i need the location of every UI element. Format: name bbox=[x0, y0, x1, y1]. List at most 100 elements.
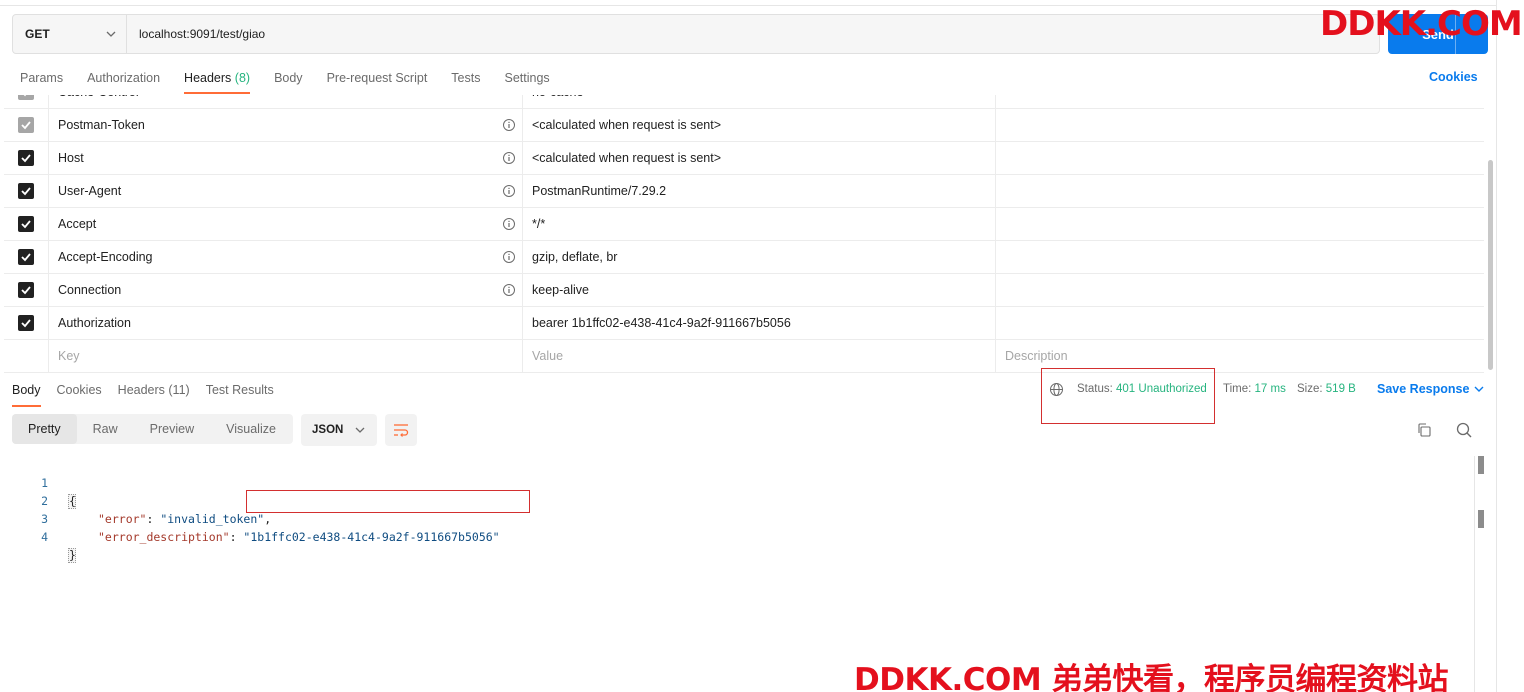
check-cell bbox=[4, 274, 49, 306]
header-key-text: Postman-Token bbox=[58, 118, 145, 132]
header-description[interactable] bbox=[996, 307, 1484, 339]
method-select[interactable]: GET bbox=[13, 15, 127, 53]
format-select[interactable]: JSON bbox=[301, 414, 377, 446]
copy-icon[interactable] bbox=[1416, 422, 1432, 438]
time-label: Time: bbox=[1223, 383, 1252, 395]
check-icon bbox=[21, 286, 31, 295]
tab-settings[interactable]: Settings bbox=[504, 68, 549, 94]
cookies-link[interactable]: Cookies bbox=[1429, 70, 1478, 84]
header-key[interactable]: Accept-Encoding bbox=[49, 241, 523, 273]
header-value-text: */* bbox=[532, 217, 546, 231]
header-key[interactable]: Authorization bbox=[49, 307, 523, 339]
header-description[interactable] bbox=[996, 95, 1484, 108]
header-key[interactable]: Postman-Token bbox=[49, 109, 523, 141]
checkbox[interactable] bbox=[18, 315, 34, 331]
checkbox[interactable] bbox=[18, 150, 34, 166]
header-description[interactable] bbox=[996, 208, 1484, 240]
info-icon[interactable] bbox=[502, 217, 516, 231]
table-row: Host <calculated when request is sent> bbox=[4, 142, 1484, 175]
header-value[interactable]: bearer 1b1ffc02-e438-41c4-9a2f-911667b50… bbox=[523, 307, 996, 339]
header-description[interactable] bbox=[996, 142, 1484, 174]
header-key[interactable]: Host bbox=[49, 142, 523, 174]
search-icon[interactable] bbox=[1455, 421, 1473, 439]
new-key-input[interactable]: Key bbox=[49, 340, 523, 372]
checkbox[interactable] bbox=[18, 95, 34, 100]
code-text: } bbox=[68, 546, 76, 564]
chevron-down-icon bbox=[106, 31, 116, 37]
view-mode-group: Pretty Raw Preview Visualize bbox=[12, 414, 293, 444]
header-key[interactable]: User-Agent bbox=[49, 175, 523, 207]
checkbox[interactable] bbox=[18, 117, 34, 133]
view-preview[interactable]: Preview bbox=[134, 414, 210, 444]
code-scroll-marker[interactable] bbox=[1478, 510, 1484, 528]
resp-tab-cookies[interactable]: Cookies bbox=[57, 381, 102, 407]
save-response-label: Save Response bbox=[1377, 382, 1470, 396]
view-visualize[interactable]: Visualize bbox=[210, 414, 292, 444]
info-icon[interactable] bbox=[502, 250, 516, 264]
info-icon[interactable] bbox=[502, 151, 516, 165]
header-description[interactable] bbox=[996, 109, 1484, 141]
json-value: "1b1ffc02-e438-41c4-9a2f-911667b5056" bbox=[243, 530, 500, 544]
header-value-text: PostmanRuntime/7.29.2 bbox=[532, 184, 667, 198]
info-icon[interactable] bbox=[502, 184, 516, 198]
resp-tab-test-results[interactable]: Test Results bbox=[206, 381, 274, 407]
wrap-lines-button[interactable] bbox=[385, 414, 417, 446]
header-key-text: Authorization bbox=[58, 316, 131, 330]
line-number: 4 bbox=[41, 530, 48, 544]
check-cell bbox=[4, 241, 49, 273]
header-value-text: <calculated when request is sent> bbox=[532, 118, 722, 132]
resp-tab-body[interactable]: Body bbox=[12, 381, 41, 407]
tab-params[interactable]: Params bbox=[20, 68, 63, 94]
tab-body[interactable]: Body bbox=[274, 68, 303, 94]
header-value[interactable]: no-cache bbox=[523, 95, 996, 108]
code-scroll-marker[interactable] bbox=[1478, 456, 1484, 474]
header-key[interactable]: Accept bbox=[49, 208, 523, 240]
header-key[interactable]: Cache-Control bbox=[49, 95, 523, 108]
header-description[interactable] bbox=[996, 241, 1484, 273]
table-row: Connection keep-alive bbox=[4, 274, 1484, 307]
header-value[interactable]: keep-alive bbox=[523, 274, 996, 306]
url-input[interactable]: localhost:9091/test/giao bbox=[127, 15, 1379, 53]
view-raw[interactable]: Raw bbox=[77, 414, 134, 444]
header-value-text: no-cache bbox=[532, 95, 583, 99]
tab-authorization[interactable]: Authorization bbox=[87, 68, 160, 94]
right-border bbox=[1496, 0, 1497, 692]
tab-headers[interactable]: Headers (8) bbox=[184, 68, 251, 94]
header-key-text: Accept-Encoding bbox=[58, 250, 153, 264]
view-pretty[interactable]: Pretty bbox=[12, 414, 77, 444]
table-row: User-Agent PostmanRuntime/7.29.2 bbox=[4, 175, 1484, 208]
info-icon[interactable] bbox=[502, 118, 516, 132]
tab-pre-request-script[interactable]: Pre-request Script bbox=[327, 68, 428, 94]
checkbox[interactable] bbox=[18, 282, 34, 298]
tab-tests[interactable]: Tests bbox=[451, 68, 480, 94]
table-row-new: Key Value Description bbox=[4, 340, 1484, 373]
time-text: Time: 17 ms bbox=[1223, 383, 1286, 395]
header-key[interactable]: Connection bbox=[49, 274, 523, 306]
header-key-text: Connection bbox=[58, 283, 122, 297]
size-value[interactable]: 519 B bbox=[1326, 383, 1356, 395]
code-line: 4 } bbox=[0, 510, 1470, 563]
header-value[interactable]: <calculated when request is sent> bbox=[523, 109, 996, 141]
checkbox[interactable] bbox=[18, 216, 34, 232]
header-value[interactable]: gzip, deflate, br bbox=[523, 241, 996, 273]
new-value-input[interactable]: Value bbox=[523, 340, 996, 372]
tab-headers-count: (8) bbox=[234, 71, 251, 85]
header-value[interactable]: <calculated when request is sent> bbox=[523, 142, 996, 174]
code-line: 1 { bbox=[0, 456, 1470, 509]
info-icon[interactable] bbox=[502, 283, 516, 297]
code-text: "error_description": "1b1ffc02-e438-41c4… bbox=[98, 528, 500, 546]
resp-tab-headers[interactable]: Headers (11) bbox=[118, 381, 190, 407]
header-key-text: User-Agent bbox=[58, 184, 122, 198]
header-value-text: keep-alive bbox=[532, 283, 589, 297]
check-cell bbox=[4, 175, 49, 207]
checkbox[interactable] bbox=[18, 249, 34, 265]
time-value[interactable]: 17 ms bbox=[1255, 383, 1286, 395]
header-value[interactable]: */* bbox=[523, 208, 996, 240]
watermark-top: DDKK.COM bbox=[1320, 4, 1523, 44]
header-description[interactable] bbox=[996, 175, 1484, 207]
header-value[interactable]: PostmanRuntime/7.29.2 bbox=[523, 175, 996, 207]
save-response-button[interactable]: Save Response bbox=[1377, 382, 1484, 396]
headers-scrollbar[interactable] bbox=[1488, 160, 1493, 370]
header-description[interactable] bbox=[996, 274, 1484, 306]
checkbox[interactable] bbox=[18, 183, 34, 199]
